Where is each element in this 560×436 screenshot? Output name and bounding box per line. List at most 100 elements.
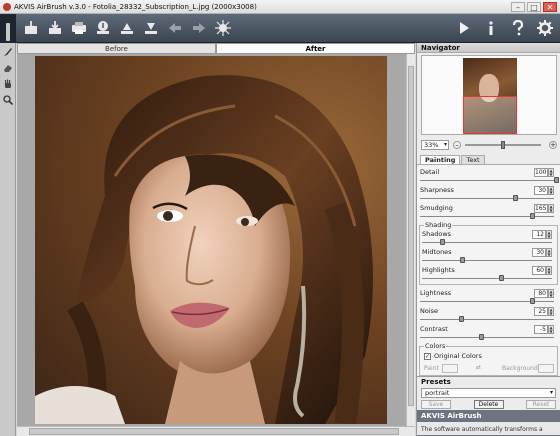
- zoom-controls: 33% – +: [421, 140, 557, 150]
- shadows-value[interactable]: 12: [532, 230, 546, 239]
- tab-before[interactable]: Before: [17, 43, 216, 54]
- paint-label: Paint: [424, 365, 439, 372]
- redo-icon[interactable]: [190, 19, 208, 37]
- tab-after[interactable]: After: [216, 43, 415, 54]
- share-icon[interactable]: [94, 19, 112, 37]
- save-preset-button[interactable]: Save: [421, 400, 451, 409]
- vertical-scrollbar[interactable]: [406, 54, 415, 426]
- param-highlights: Highlights 60 ▲ ▼: [422, 266, 554, 283]
- presets-section: Presets portrait Save Delete Reset: [417, 376, 560, 409]
- delete-preset-button[interactable]: Delete: [473, 400, 504, 409]
- shadows-spinner[interactable]: ▲ ▼: [546, 230, 552, 239]
- eraser-icon[interactable]: [1, 62, 15, 74]
- horizontal-scrollbar[interactable]: [17, 426, 415, 436]
- scroll-thumb[interactable]: [29, 428, 399, 435]
- midtones-value[interactable]: 30: [532, 248, 546, 257]
- color-swatches: Paint ⇄ Background: [424, 364, 556, 374]
- maximize-button[interactable]: □: [527, 1, 541, 12]
- lightness-spinner[interactable]: ▲ ▼: [548, 289, 554, 298]
- contrast-value[interactable]: -5: [534, 325, 548, 334]
- run-icon[interactable]: [214, 19, 232, 37]
- preset-select[interactable]: portrait: [421, 388, 556, 398]
- save-icon[interactable]: [46, 19, 64, 37]
- print-icon[interactable]: [70, 19, 88, 37]
- settings-tabs: Painting Text: [420, 155, 486, 164]
- shadows-slider[interactable]: [439, 239, 445, 245]
- sharpness-value[interactable]: 30: [534, 186, 548, 195]
- sharpness-slider[interactable]: [513, 195, 519, 201]
- lightness-slider[interactable]: [529, 298, 535, 304]
- zoom-slider[interactable]: [465, 141, 541, 149]
- help-text: The software automatically transforms a: [417, 422, 560, 435]
- zoom-select[interactable]: 33%: [421, 140, 449, 150]
- zoom-slider-handle[interactable]: [501, 141, 506, 149]
- window-title: AKVIS AirBrush v.3.0 - Fotolia_28332_Sub…: [14, 2, 257, 11]
- main-toolbar: [0, 13, 560, 43]
- settings-panel: Navigator 33% – + Painting Text Detail 1…: [416, 43, 560, 436]
- param-label: Noise: [420, 307, 439, 315]
- detail-value[interactable]: 100: [534, 168, 548, 177]
- original-colors-option[interactable]: ✓ Original Colors: [424, 352, 482, 360]
- image-canvas[interactable]: [17, 54, 415, 426]
- detail-spinner[interactable]: ▲ ▼: [548, 168, 554, 177]
- colors-group: Colors ✓ Original Colors Paint ⇄ Backgro…: [419, 342, 558, 376]
- param-label: Highlights: [422, 266, 455, 274]
- import-icon[interactable]: [118, 19, 136, 37]
- smudging-value[interactable]: 165: [534, 204, 548, 213]
- highlights-slider[interactable]: [499, 275, 505, 281]
- highlights-value[interactable]: 60: [532, 266, 546, 275]
- zoom-icon[interactable]: [1, 94, 15, 106]
- lightness-value[interactable]: 80: [534, 289, 548, 298]
- shading-title: Shading: [424, 221, 453, 229]
- tool-panel: [0, 43, 16, 436]
- play-icon[interactable]: [455, 19, 473, 37]
- highlights-spinner[interactable]: ▲ ▼: [546, 266, 552, 275]
- detail-slider[interactable]: [554, 177, 559, 183]
- scroll-thumb[interactable]: [408, 66, 414, 406]
- smudging-spinner[interactable]: ▲ ▼: [548, 204, 554, 213]
- paint-swatch[interactable]: [442, 364, 458, 373]
- navigator-preview[interactable]: [421, 55, 557, 135]
- title-bar: AKVIS AirBrush v.3.0 - Fotolia_28332_Sub…: [0, 0, 560, 14]
- midtones-spinner[interactable]: ▲ ▼: [546, 248, 552, 257]
- hand-icon[interactable]: [1, 78, 15, 90]
- brush-icon[interactable]: [1, 46, 15, 58]
- viewport-frame[interactable]: [463, 96, 517, 134]
- sharpness-spinner[interactable]: ▲ ▼: [548, 186, 554, 195]
- reset-preset-button[interactable]: Reset: [526, 400, 556, 409]
- param-detail: Detail 100 ▲ ▼: [420, 168, 559, 185]
- param-label: Midtones: [422, 248, 452, 256]
- midtones-slider[interactable]: [459, 257, 465, 263]
- preset-buttons: Save Delete Reset: [421, 400, 556, 409]
- original-colors-label: Original Colors: [434, 352, 482, 360]
- app-logo-icon: [3, 2, 11, 11]
- undo-icon[interactable]: [166, 19, 184, 37]
- noise-value[interactable]: 25: [534, 307, 548, 316]
- original-colors-checkbox[interactable]: ✓: [424, 352, 431, 360]
- param-label: Detail: [420, 168, 440, 176]
- swap-colors-icon[interactable]: ⇄: [476, 364, 481, 371]
- settings-icon[interactable]: [536, 19, 554, 37]
- close-button[interactable]: ✕: [543, 1, 557, 12]
- zoom-in-button[interactable]: +: [549, 141, 557, 149]
- param-label: Smudging: [420, 204, 453, 212]
- painting-parameters: Detail 100 ▲ ▼ Sharpness 30 ▲ ▼ Smudging 1…: [417, 164, 560, 376]
- smudging-slider[interactable]: [529, 213, 535, 219]
- background-label: Background: [502, 365, 538, 372]
- export-icon[interactable]: [142, 19, 160, 37]
- help-icon[interactable]: [509, 19, 527, 37]
- background-swatch[interactable]: [538, 364, 554, 373]
- param-noise: Noise 25 ▲ ▼: [420, 307, 556, 324]
- contrast-spinner[interactable]: ▲ ▼: [548, 325, 554, 334]
- tab-painting[interactable]: Painting: [420, 155, 461, 164]
- info-icon[interactable]: [482, 19, 500, 37]
- noise-spinner[interactable]: ▲ ▼: [548, 307, 554, 316]
- zoom-out-button[interactable]: –: [453, 141, 461, 149]
- presets-title: Presets: [421, 378, 451, 386]
- tab-text[interactable]: Text: [461, 155, 485, 164]
- open-icon[interactable]: [22, 19, 40, 37]
- navigator-thumbnail: [463, 58, 517, 134]
- contrast-slider[interactable]: [479, 334, 485, 340]
- noise-slider[interactable]: [458, 316, 464, 322]
- minimize-button[interactable]: –: [511, 1, 525, 12]
